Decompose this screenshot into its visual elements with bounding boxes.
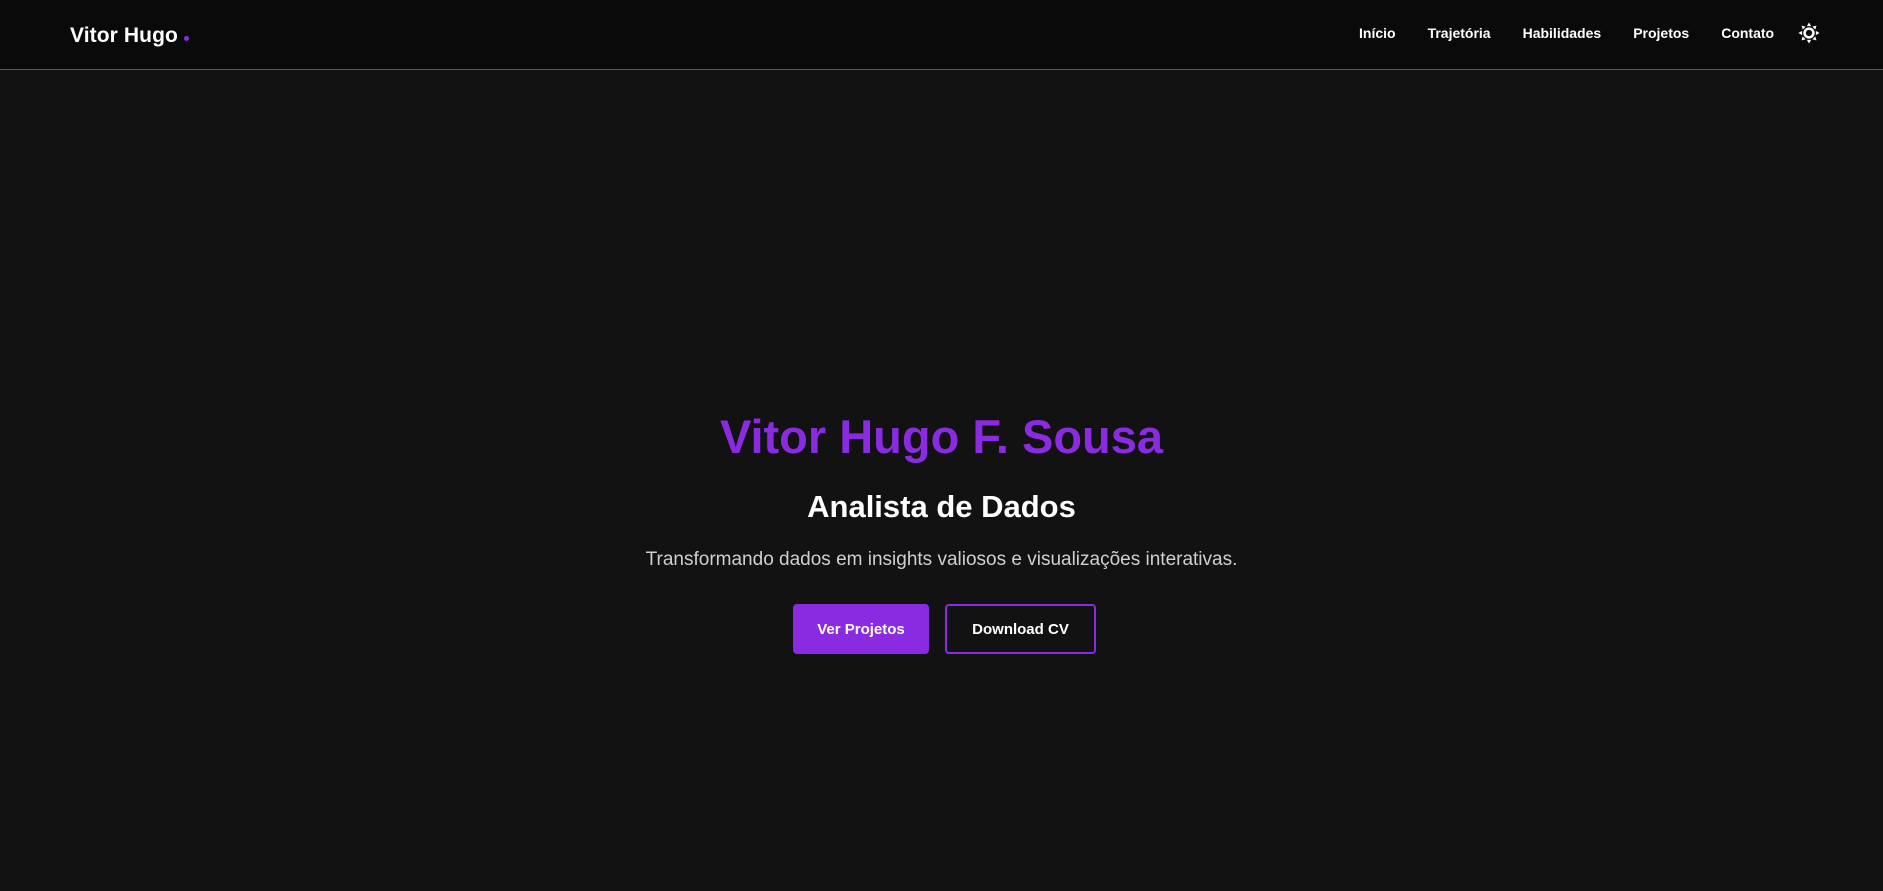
nav-link-inicio[interactable]: Início bbox=[1359, 25, 1396, 41]
brand-dot-icon bbox=[183, 36, 189, 41]
brand-name: Vitor Hugo bbox=[70, 24, 178, 47]
ver-projetos-button[interactable]: Ver Projetos bbox=[793, 604, 929, 654]
nav-link-habilidades[interactable]: Habilidades bbox=[1523, 25, 1602, 41]
brand-logo[interactable]: Vitor Hugo bbox=[70, 24, 189, 48]
hero-tagline: Transformando dados em insights valiosos… bbox=[645, 549, 1238, 570]
theme-toggle-button[interactable] bbox=[1798, 22, 1820, 44]
download-cv-button[interactable]: Download CV bbox=[945, 604, 1096, 654]
hero-section: Vitor Hugo F. Sousa Analista de Dados Tr… bbox=[0, 71, 1883, 891]
hero-subtitle: Analista de Dados bbox=[807, 489, 1076, 524]
nav-link-contato[interactable]: Contato bbox=[1721, 25, 1774, 41]
hero-title: Vitor Hugo F. Sousa bbox=[719, 410, 1164, 463]
nav-menu: Início Trajetória Habilidades Projetos C… bbox=[1359, 25, 1774, 41]
navbar: Vitor Hugo Início Trajetória Habilidades… bbox=[0, 0, 1883, 70]
nav-link-trajetoria[interactable]: Trajetória bbox=[1428, 25, 1491, 41]
nav-link-projetos[interactable]: Projetos bbox=[1633, 25, 1689, 41]
sun-icon bbox=[1798, 22, 1820, 44]
